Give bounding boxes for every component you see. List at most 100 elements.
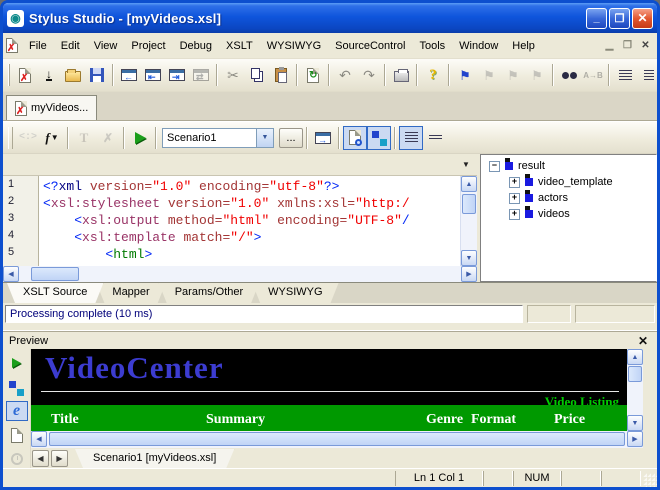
scrollbar-thumb[interactable] xyxy=(31,267,79,281)
preview-browser-button[interactable]: e xyxy=(6,401,28,421)
tab-mapper[interactable]: Mapper xyxy=(96,283,165,303)
toolbar-gripper[interactable] xyxy=(8,127,13,149)
help-button[interactable]: ? xyxy=(421,63,445,87)
cursor-position: Ln 1 Col 1 xyxy=(395,471,483,486)
justify-view-button[interactable] xyxy=(399,126,423,150)
scroll-left-icon[interactable]: ◀ xyxy=(31,431,47,447)
expand-icon[interactable]: + xyxy=(509,177,520,188)
code-editor-text[interactable]: <?xml version="1.0" encoding="utf-8"?><x… xyxy=(39,176,460,266)
menu-edit[interactable]: Edit xyxy=(54,37,87,55)
tab-scroll-left-icon[interactable]: ◀ xyxy=(32,450,49,467)
function-icon: f xyxy=(45,130,49,146)
menu-tools[interactable]: Tools xyxy=(412,37,452,55)
preview-mapper-button[interactable] xyxy=(6,377,28,397)
scroll-right-icon[interactable]: ▶ xyxy=(461,266,477,282)
expand-icon[interactable]: + xyxy=(509,193,520,204)
resize-grip[interactable] xyxy=(643,473,657,487)
run-play-icon xyxy=(12,358,21,368)
justify-button[interactable] xyxy=(613,63,637,87)
tree-row-video-template[interactable]: + video_template xyxy=(481,174,656,190)
save-button[interactable] xyxy=(85,63,109,87)
minimize-button[interactable]: _ xyxy=(586,8,607,29)
tree-row-videos[interactable]: + videos xyxy=(481,206,656,222)
tree-row-result[interactable]: − result xyxy=(481,158,656,174)
combo-dropdown-button[interactable]: ▼ xyxy=(256,129,273,147)
editor-horizontal-scrollbar[interactable]: ◀ ▶ xyxy=(3,266,477,282)
window-insert-left-button[interactable]: ⇤ xyxy=(141,63,165,87)
collapse-icon[interactable]: − xyxy=(489,161,500,172)
paste-button[interactable] xyxy=(269,63,293,87)
title-bar[interactable]: ◉ Stylus Studio - [myVideos.xsl] _ ❐ ✕ xyxy=(3,3,657,33)
preview-result-button[interactable] xyxy=(343,126,367,150)
wrap-lines-button[interactable] xyxy=(423,126,447,150)
element-node-icon xyxy=(505,162,513,170)
scroll-left-icon[interactable]: ◀ xyxy=(3,266,19,282)
menu-sourcecontrol[interactable]: SourceControl xyxy=(328,37,412,55)
copy-button[interactable] xyxy=(245,63,269,87)
menu-file[interactable]: File xyxy=(22,37,54,55)
menu-xslt[interactable]: XSLT xyxy=(219,37,260,55)
scroll-up-icon[interactable]: ▲ xyxy=(627,349,643,365)
mdi-restore-icon[interactable]: ❐ xyxy=(619,38,636,53)
tab-scroll-right-icon[interactable]: ▶ xyxy=(51,450,68,467)
indent-button[interactable] xyxy=(637,63,660,87)
close-button[interactable]: ✕ xyxy=(632,8,653,29)
menu-help[interactable]: Help xyxy=(505,37,542,55)
scroll-down-icon[interactable]: ▼ xyxy=(461,250,477,266)
print-button[interactable] xyxy=(389,63,413,87)
document-tab-strip: myVideos... xyxy=(3,92,657,121)
open-scenario-window-button[interactable]: → xyxy=(311,126,335,150)
menu-project[interactable]: Project xyxy=(124,37,172,55)
editor-vertical-scrollbar[interactable]: ▲ ▼ xyxy=(460,176,477,266)
preview-vertical-scrollbar[interactable]: ▲ ▼ xyxy=(627,349,643,431)
expand-icon[interactable]: + xyxy=(509,209,520,220)
editor-dropdown-button[interactable]: ▼ xyxy=(459,158,473,172)
scrollbar-thumb[interactable] xyxy=(49,432,625,446)
menu-wysiwyg[interactable]: WYSIWYG xyxy=(260,37,328,55)
import-document-button[interactable]: ↓ xyxy=(37,63,61,87)
code-area[interactable]: 1 2 3 4 5 <?xml version="1.0" encoding="… xyxy=(3,176,477,266)
cut-button: ✂ xyxy=(221,63,245,87)
open-button[interactable] xyxy=(61,63,85,87)
toolbar-gripper[interactable] xyxy=(8,64,10,86)
show-tags-icon: <:> xyxy=(19,132,37,143)
menu-debug[interactable]: Debug xyxy=(173,37,219,55)
window-back-button[interactable]: ← xyxy=(117,63,141,87)
find-button[interactable] xyxy=(557,63,581,87)
bookmark-button[interactable]: ⚑ xyxy=(453,63,477,87)
run-button[interactable] xyxy=(128,126,152,150)
preview-browser-content[interactable]: VideoCenter Video Listing Title Summary … xyxy=(31,349,643,431)
menu-view[interactable]: View xyxy=(87,37,125,55)
tab-params-other[interactable]: Params/Other xyxy=(159,283,259,303)
scroll-right-icon[interactable]: ▶ xyxy=(627,431,643,447)
menu-window[interactable]: Window xyxy=(452,37,505,55)
text-document-icon xyxy=(11,428,23,443)
remove-highlight-button: ✗ xyxy=(96,126,120,150)
new-document-button[interactable] xyxy=(13,63,37,87)
functions-button[interactable]: f▼ xyxy=(40,126,64,150)
scrollbar-thumb[interactable] xyxy=(628,366,642,382)
preview-text-button[interactable] xyxy=(6,425,28,445)
scenario-browse-button[interactable]: ... xyxy=(279,128,303,148)
tree-row-actors[interactable]: + actors xyxy=(481,190,656,206)
scenario-tab[interactable]: Scenario1 [myVideos.xsl] xyxy=(75,449,234,468)
tab-wysiwyg[interactable]: WYSIWYG xyxy=(252,283,338,303)
preview-close-icon[interactable]: ✕ xyxy=(635,334,651,348)
window-insert-right-button[interactable]: ⇥ xyxy=(165,63,189,87)
internet-explorer-icon: e xyxy=(13,403,20,419)
show-tree-button[interactable] xyxy=(367,126,391,150)
preview-run-button[interactable] xyxy=(6,353,28,373)
tab-xslt-source[interactable]: XSLT Source xyxy=(7,283,103,303)
scroll-down-icon[interactable]: ▼ xyxy=(627,415,643,431)
maximize-button[interactable]: ❐ xyxy=(609,8,630,29)
scroll-up-icon[interactable]: ▲ xyxy=(461,176,477,192)
mdi-close-icon[interactable]: ✕ xyxy=(637,38,654,53)
scrollbar-thumb[interactable] xyxy=(462,194,476,214)
preview-horizontal-scrollbar[interactable]: ◀ ▶ xyxy=(31,431,643,448)
document-tab-myvideos[interactable]: myVideos... xyxy=(6,95,97,120)
scenario-combobox[interactable]: Scenario1 ▼ xyxy=(162,128,274,148)
mdi-minimize-icon[interactable]: ▁ xyxy=(601,38,618,53)
redo-icon: ↷ xyxy=(363,68,375,82)
window-lock-button: ⇄ xyxy=(189,63,213,87)
validate-button[interactable]: ↻ xyxy=(301,63,325,87)
